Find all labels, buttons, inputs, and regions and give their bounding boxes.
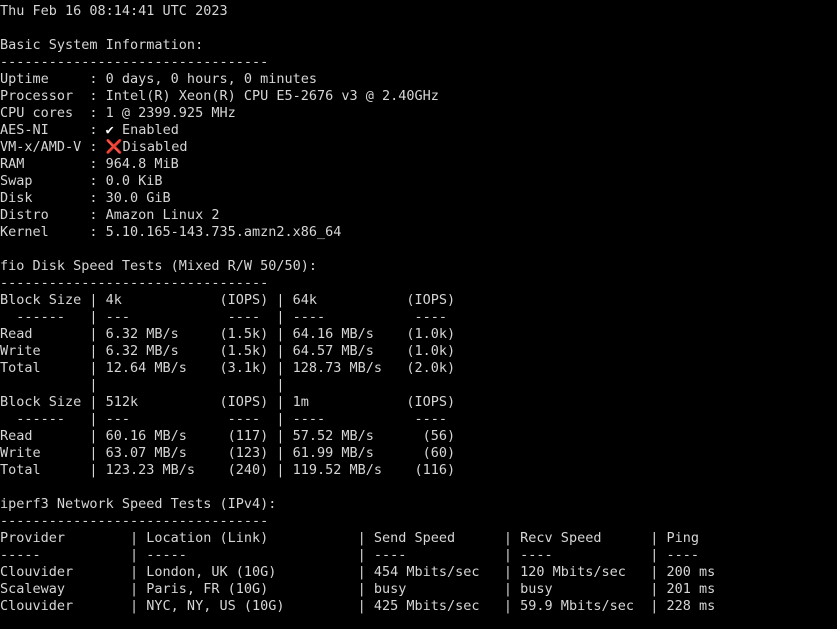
aes-ni-line: AES-NI : ✔ Enabled [0,122,837,139]
kernel-line: Kernel : 5.10.165-143.735.amzn2.x86_64 [0,224,342,240]
fio-read-row: Read | 60.16 MB/s (117) | 57.52 MB/s (56… [0,428,456,444]
date-line: Thu Feb 16 08:14:41 UTC 2023 [0,3,228,19]
section-heading-iperf3: iperf3 Network Speed Tests (IPv4): [0,496,277,512]
aes-ni-status: Enabled [113,122,179,138]
fio-header-row: Block Size | 512k (IOPS) | 1m (IOPS) [0,394,456,410]
vmx-status: Disabled [122,139,188,155]
fio-write-row: Write | 63.07 MB/s (123) | 61.99 MB/s (6… [0,445,456,461]
section-heading-system: Basic System Information: [0,37,204,53]
iperf-row: Clouvider | NYC, NY, US (10G) | 425 Mbit… [0,598,716,614]
check-mark-icon: ✔ [105,122,114,138]
uptime-line: Uptime : 0 days, 0 hours, 0 minutes [0,71,317,87]
swap-line: Swap : 0.0 KiB [0,173,163,189]
disk-line: Disk : 30.0 GiB [0,190,171,206]
fio-separator-row: ------ | --- ---- | ---- ---- [0,309,448,325]
fio-write-row: Write | 6.32 MB/s (1.5k) | 64.57 MB/s (1… [0,343,456,359]
cross-mark-icon: ❌ [105,139,123,155]
fio-total-row: Total | 123.23 MB/s (240) | 119.52 MB/s … [0,462,456,478]
iperf-header-row: Provider | Location (Link) | Send Speed … [0,530,699,546]
iperf-row: Scaleway | Paris, FR (10G) | busy | busy… [0,581,716,597]
terminal-output[interactable]: Thu Feb 16 08:14:41 UTC 2023 Basic Syste… [0,0,837,629]
vmx-label: VM-x/AMD-V : [0,139,106,155]
ram-line: RAM : 964.8 MiB [0,156,179,172]
iperf-separator-row: ----- | ----- | ---- | ---- | ---- [0,547,699,563]
fio-separator-row: ------ | --- ---- | ---- ---- [0,411,448,427]
fio-total-row: Total | 12.64 MB/s (3.1k) | 128.73 MB/s … [0,360,456,376]
section-heading-fio: fio Disk Speed Tests (Mixed R/W 50/50): [0,258,317,274]
section-divider: --------------------------------- [0,513,269,529]
aes-ni-label: AES-NI : [0,122,106,138]
fio-header-row: Block Size | 4k (IOPS) | 64k (IOPS) [0,292,456,308]
vmx-line: VM-x/AMD-V : ❌Disabled [0,139,837,156]
section-divider: --------------------------------- [0,54,269,70]
fio-spacer-row: | | [0,377,285,393]
processor-line: Processor : Intel(R) Xeon(R) CPU E5-2676… [0,88,439,104]
cpu-cores-line: CPU cores : 1 @ 2399.925 MHz [0,105,236,121]
section-divider: --------------------------------- [0,275,269,291]
fio-read-row: Read | 6.32 MB/s (1.5k) | 64.16 MB/s (1.… [0,326,456,342]
iperf-row: Clouvider | London, UK (10G) | 454 Mbits… [0,564,716,580]
distro-line: Distro : Amazon Linux 2 [0,207,220,223]
